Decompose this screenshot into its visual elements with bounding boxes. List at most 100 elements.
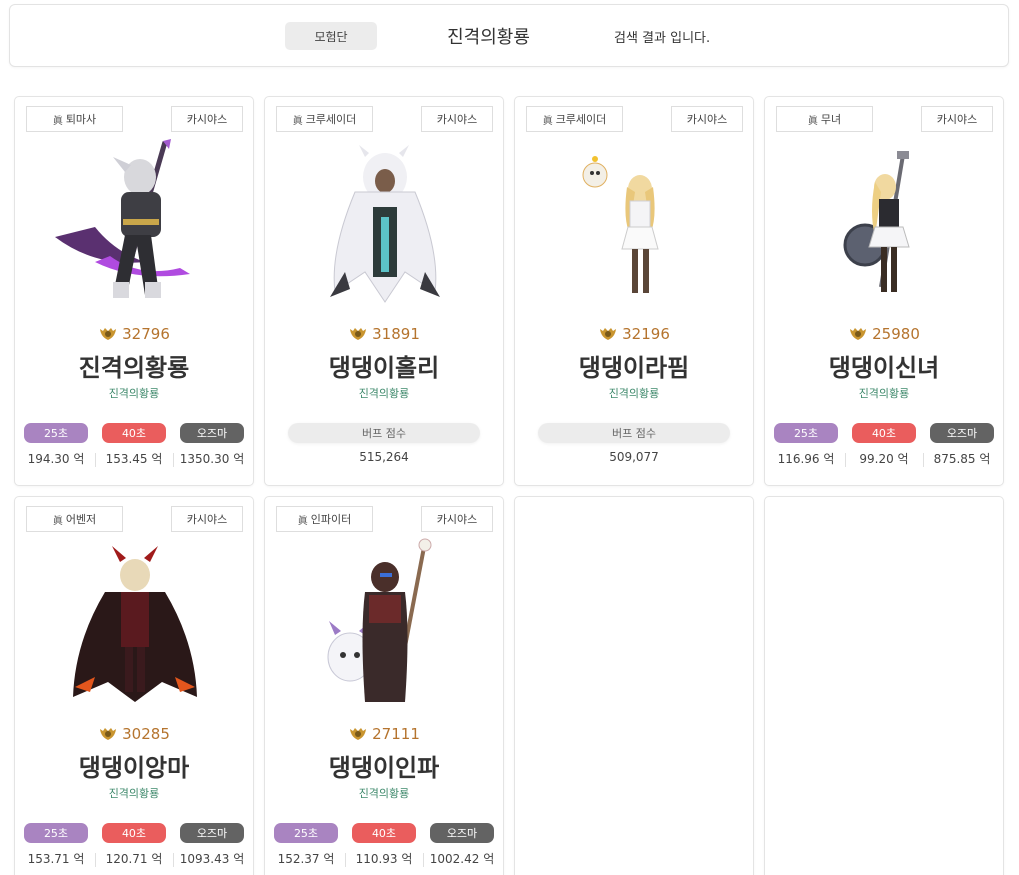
true-awakening-mark: 眞	[52, 115, 63, 127]
fame-display: 32196	[515, 323, 753, 345]
server-tag: 카시야스	[421, 106, 493, 132]
divider	[95, 853, 96, 867]
adventure-label: 진격의황룡	[358, 387, 410, 400]
chip-40s: 40초	[102, 823, 166, 843]
server-tag: 카시야스	[171, 506, 243, 532]
job-tag: 眞 어벤저	[26, 506, 123, 532]
character-sprite	[582, 156, 659, 293]
fame-display: 25980	[765, 323, 1003, 345]
job-label: 인파이터	[310, 513, 352, 526]
true-awakening-mark: 眞	[807, 115, 818, 127]
fame-value: 30285	[122, 725, 170, 743]
chip-ozma: 오즈마	[930, 423, 994, 443]
fame-value: 32796	[122, 325, 170, 343]
empty-card	[514, 496, 754, 875]
character-card[interactable]: 眞 크루세이더 카시야스 31891 댕댕이홀리 진격의황룡 버프 점수 515,…	[264, 96, 504, 486]
empty-card	[764, 496, 1004, 875]
chip-40s: 40초	[352, 823, 416, 843]
damage-ozma-value: 1002.42 억	[429, 852, 495, 866]
damage-ozma-value: 1093.43 억	[179, 852, 245, 866]
search-result-text: 검색 결과 입니다.	[614, 30, 711, 46]
damage-ozma-value: 875.85 억	[933, 452, 991, 466]
fame-display: 31891	[265, 323, 503, 345]
adventure-label: 진격의황룡	[608, 387, 660, 400]
chip-40s: 40초	[102, 423, 166, 443]
fame-laurel-icon	[850, 328, 867, 340]
damage-40s-value: 99.20 억	[859, 452, 909, 466]
fame-value: 27111	[372, 725, 420, 743]
fame-laurel-icon	[600, 328, 617, 340]
character-name: 진격의황룡	[78, 354, 190, 382]
search-header: 모험단 진격의황룡 검색 결과 입니다.	[9, 4, 1009, 67]
character-sprite	[55, 139, 190, 298]
damage-40s-value: 110.93 억	[355, 852, 413, 866]
chip-25s: 25초	[24, 423, 88, 443]
character-card[interactable]: 眞 어벤저 카시야스 30285 댕댕이앙마 진격의황룡 25초 40초 오즈마 …	[14, 496, 254, 875]
damage-ozma-value: 1350.30 억	[179, 452, 245, 466]
fame-display: 32796	[15, 323, 253, 345]
job-label: 크루세이더	[305, 113, 357, 126]
character-card[interactable]: 眞 크루세이더 카시야스 32196 댕댕이라핌 진격의황룡 버프 점수 509,…	[514, 96, 754, 486]
search-type-button[interactable]: 모험단	[285, 22, 377, 50]
adventure-name-title: 진격의황룡	[447, 27, 530, 48]
true-awakening-mark: 眞	[542, 115, 553, 127]
character-sprite	[327, 538, 432, 702]
job-label: 어벤저	[65, 513, 97, 526]
fame-display: 30285	[15, 723, 253, 745]
divider	[173, 453, 174, 467]
job-tag: 眞 퇴마사	[26, 106, 123, 132]
chip-ozma: 오즈마	[430, 823, 494, 843]
divider	[423, 853, 424, 867]
character-name: 댕댕이앙마	[78, 754, 190, 782]
character-sprite	[330, 145, 440, 303]
character-card[interactable]: 眞 퇴마사 카시야스 32796 진격의황룡 진격의황룡 25초 40초 오즈마 …	[14, 96, 254, 486]
fame-laurel-icon	[350, 328, 367, 340]
job-tag: 眞 크루세이더	[276, 106, 373, 132]
character-sprite	[73, 546, 197, 702]
character-sprite	[843, 151, 910, 292]
chip-25s: 25초	[24, 823, 88, 843]
fame-laurel-icon	[350, 728, 367, 740]
buff-score-value: 515,264	[359, 450, 409, 464]
job-label: 무녀	[820, 113, 842, 126]
fame-laurel-icon	[100, 728, 117, 740]
divider	[95, 453, 96, 467]
damage-25s-value: 152.37 억	[277, 852, 335, 866]
fame-value: 31891	[372, 325, 420, 343]
job-label: 퇴마사	[65, 113, 97, 126]
character-name: 댕댕이라핌	[578, 354, 690, 382]
chip-25s: 25초	[274, 823, 338, 843]
server-tag: 카시야스	[671, 106, 743, 132]
buff-score-value: 509,077	[609, 450, 659, 464]
character-card[interactable]: 眞 인파이터 카시야스 27111 댕댕이인파 진격의황룡 25초 40초 오즈마…	[264, 496, 504, 875]
divider	[845, 453, 846, 467]
adventure-label: 진격의황룡	[108, 787, 160, 800]
adventure-label: 진격의황룡	[108, 387, 160, 400]
job-tag: 眞 크루세이더	[526, 106, 623, 132]
character-name: 댕댕이신녀	[828, 354, 940, 382]
divider	[923, 453, 924, 467]
chip-ozma: 오즈마	[180, 823, 244, 843]
server-tag: 카시야스	[921, 106, 993, 132]
chip-40s: 40초	[852, 423, 916, 443]
adventure-label: 진격의황룡	[358, 787, 410, 800]
damage-25s-value: 153.71 억	[27, 852, 85, 866]
fame-value: 32196	[622, 325, 670, 343]
chip-ozma: 오즈마	[180, 423, 244, 443]
fame-laurel-icon	[100, 328, 117, 340]
true-awakening-mark: 眞	[292, 115, 303, 127]
divider	[173, 853, 174, 867]
damage-40s-value: 120.71 억	[105, 852, 163, 866]
true-awakening-mark: 眞	[297, 515, 308, 527]
character-card[interactable]: 眞 무녀 카시야스 25980 댕댕이신녀 진격의황룡 25초 40초 오즈마 1…	[764, 96, 1004, 486]
damage-25s-value: 116.96 억	[777, 452, 835, 466]
divider	[345, 853, 346, 867]
fame-display: 27111	[265, 723, 503, 745]
true-awakening-mark: 眞	[52, 515, 63, 527]
character-name: 댕댕이홀리	[328, 354, 440, 382]
fame-value: 25980	[872, 325, 920, 343]
chip-25s: 25초	[774, 423, 838, 443]
server-tag: 카시야스	[171, 106, 243, 132]
server-tag: 카시야스	[421, 506, 493, 532]
job-label: 크루세이더	[555, 113, 607, 126]
